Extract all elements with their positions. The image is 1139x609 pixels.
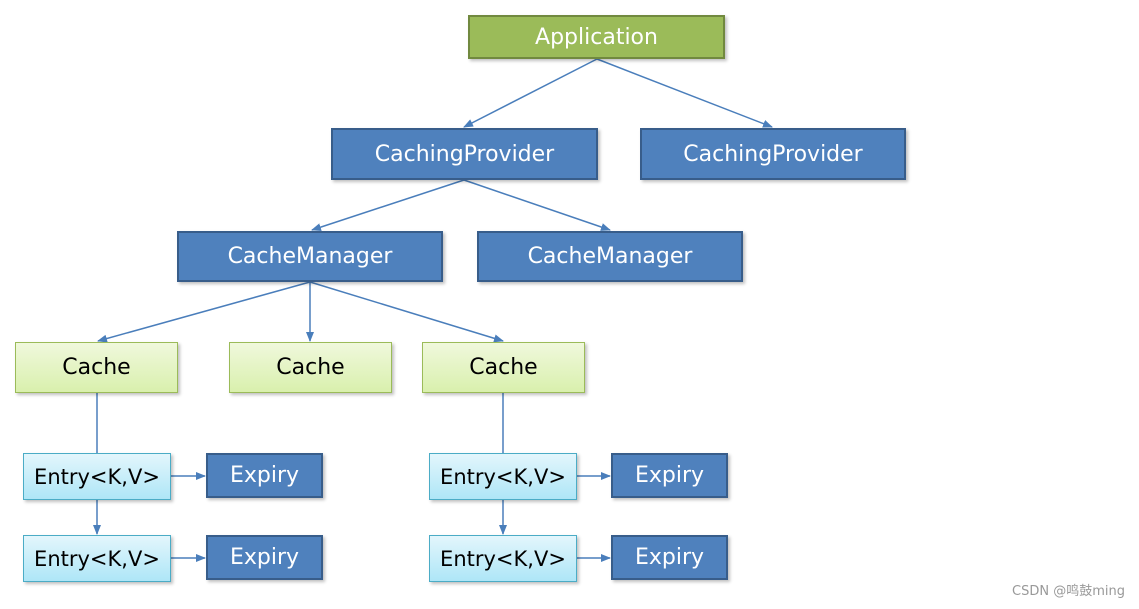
entry-node: Entry<K,V> (429, 535, 577, 582)
expiry-node: Expiry (611, 453, 728, 498)
arrow (97, 281, 311, 343)
cache-manager-node: CacheManager (177, 231, 443, 282)
expiry-node: Expiry (611, 535, 728, 580)
expiry-node: Expiry (206, 453, 323, 498)
arrow (596, 58, 773, 128)
arrow (463, 58, 598, 128)
cache-node: Cache (229, 342, 392, 393)
entry-node: Entry<K,V> (23, 535, 171, 582)
arrow (463, 179, 611, 231)
cache-node: Cache (422, 342, 585, 393)
arrow (311, 179, 465, 231)
entry-node: Entry<K,V> (429, 453, 577, 500)
cache-node: Cache (15, 342, 178, 393)
watermark: CSDN @鸣鼓ming (1012, 584, 1125, 599)
cache-manager-node: CacheManager (477, 231, 743, 282)
caching-provider-node: CachingProvider (640, 128, 906, 180)
connectors (93, 58, 773, 562)
arrow (309, 281, 504, 343)
expiry-node: Expiry (206, 535, 323, 580)
application-node: Application (468, 15, 725, 59)
entry-node: Entry<K,V> (23, 453, 171, 500)
caching-provider-node: CachingProvider (331, 128, 598, 180)
